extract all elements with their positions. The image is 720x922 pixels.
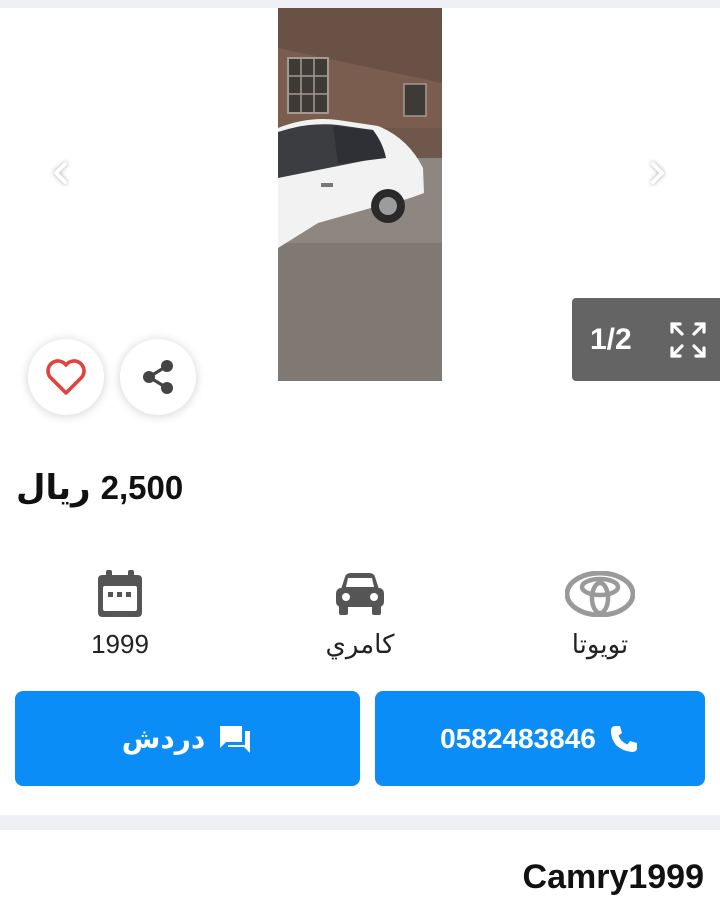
chat-button[interactable]: دردش [15, 691, 360, 786]
chat-icon [217, 723, 253, 755]
image-gallery[interactable]: 1/2 [0, 8, 720, 428]
calendar-icon [95, 565, 145, 623]
listing-price: ريال 2,500 [16, 468, 183, 518]
chat-button-label: دردش [121, 723, 206, 754]
spec-brand: تويوتا [520, 565, 680, 660]
chevron-left-icon [54, 162, 67, 184]
price-value: 2,500 [100, 469, 184, 506]
spec-year: 1999 [40, 565, 200, 660]
call-button[interactable]: 0582483846 [375, 691, 705, 786]
gallery-prev-button[interactable] [46, 158, 76, 188]
spec-model-label: كامري [325, 629, 395, 659]
share-button[interactable] [120, 339, 196, 415]
share-icon [143, 360, 173, 394]
phone-icon [608, 723, 640, 755]
fullscreen-icon [670, 321, 706, 358]
car-photo[interactable] [278, 8, 442, 381]
chevron-right-icon [651, 162, 664, 184]
price-currency: ريال [16, 469, 91, 507]
gallery-next-button[interactable] [642, 158, 672, 188]
image-counter[interactable]: 1/2 [572, 298, 720, 381]
spec-brand-label: تويوتا [571, 629, 629, 659]
spec-year-label: 1999 [91, 629, 149, 659]
favorite-button[interactable] [28, 339, 104, 415]
section-divider [0, 815, 720, 830]
top-divider [0, 0, 720, 8]
phone-number-label: 0582483846 [440, 722, 596, 754]
fullscreen-button[interactable] [668, 320, 708, 360]
image-counter-text: 1/2 [590, 322, 632, 356]
listing-title: Camry1999 [522, 858, 704, 896]
toyota-logo-icon [565, 565, 635, 623]
spec-model: كامري [280, 565, 440, 660]
heart-icon [46, 359, 86, 395]
car-icon [333, 565, 387, 623]
